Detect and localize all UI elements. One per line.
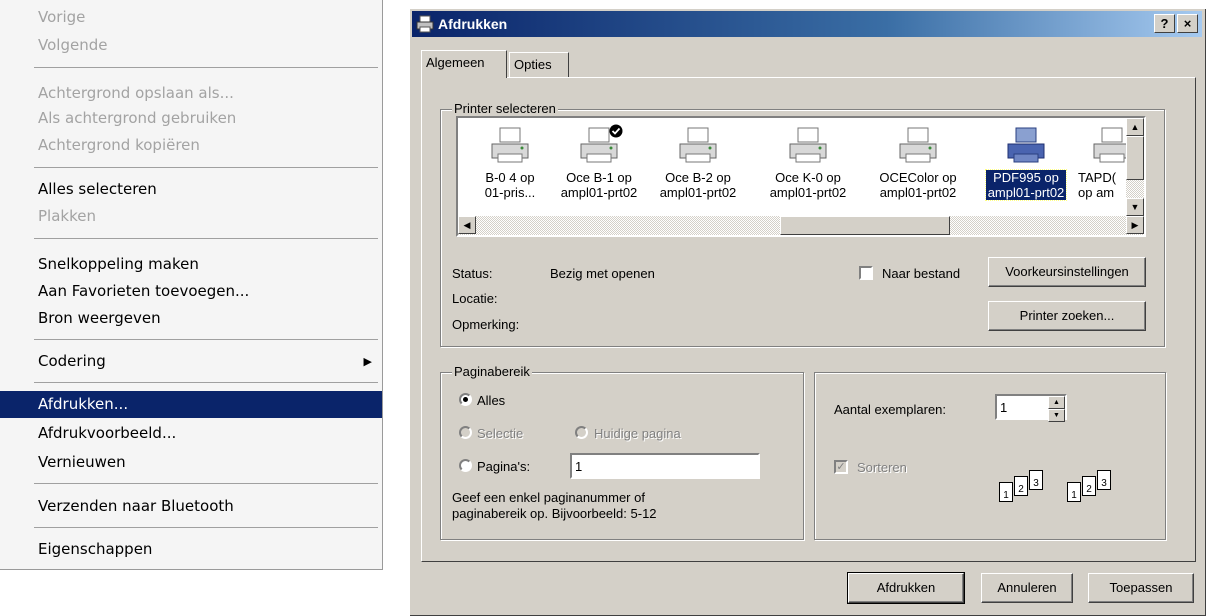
menu-item-label: Codering <box>38 352 106 370</box>
printer-app-icon <box>416 15 434 33</box>
menu-item-create-shortcut[interactable]: Snelkoppeling maken <box>0 251 382 278</box>
submenu-arrow-icon: ▶ <box>363 355 372 368</box>
menu-separator <box>34 339 378 340</box>
close-button[interactable]: × <box>1177 14 1198 33</box>
tab-panel-general <box>421 77 1196 562</box>
menu-item-properties[interactable]: Eigenschappen <box>0 536 382 563</box>
print-button[interactable]: Afdrukken <box>847 572 965 604</box>
menu-item-forward[interactable]: Volgende <box>0 32 382 59</box>
menu-item-set-as-background[interactable]: Als achtergrond gebruiken <box>0 105 382 132</box>
dialog-title: Afdrukken <box>438 16 508 32</box>
menu-item-refresh[interactable]: Vernieuwen <box>0 449 382 476</box>
cancel-button[interactable]: Annuleren <box>981 573 1073 603</box>
tab-general[interactable]: Algemeen <box>421 50 507 78</box>
menu-separator <box>34 483 378 484</box>
help-button[interactable]: ? <box>1154 14 1175 33</box>
title-bar[interactable]: Afdrukken ? × <box>412 11 1202 37</box>
menu-item-select-all[interactable]: Alles selecteren <box>0 176 382 203</box>
menu-item-save-background[interactable]: Achtergrond opslaan als... <box>0 80 382 107</box>
menu-item-send-bluetooth[interactable]: Verzenden naar Bluetooth <box>0 493 382 520</box>
menu-item-back[interactable]: Vorige <box>0 4 382 31</box>
menu-item-paste[interactable]: Plakken <box>0 203 382 230</box>
menu-item-encoding[interactable]: Codering ▶ <box>0 348 382 375</box>
menu-separator <box>34 167 378 168</box>
menu-item-view-source[interactable]: Bron weergeven <box>0 305 382 332</box>
menu-item-add-favorites[interactable]: Aan Favorieten toevoegen... <box>0 278 382 305</box>
menu-separator <box>34 527 378 528</box>
menu-item-copy-background[interactable]: Achtergrond kopiëren <box>0 132 382 159</box>
tab-options[interactable]: Opties <box>509 52 569 78</box>
menu-separator <box>34 382 378 383</box>
context-menu: Vorige Volgende Achtergrond opslaan als.… <box>0 0 383 570</box>
menu-separator <box>34 238 378 239</box>
menu-item-print[interactable]: Afdrukken... <box>0 391 382 418</box>
apply-button[interactable]: Toepassen <box>1088 573 1194 603</box>
menu-item-print-preview[interactable]: Afdrukvoorbeeld... <box>0 420 382 447</box>
menu-separator <box>34 67 378 68</box>
